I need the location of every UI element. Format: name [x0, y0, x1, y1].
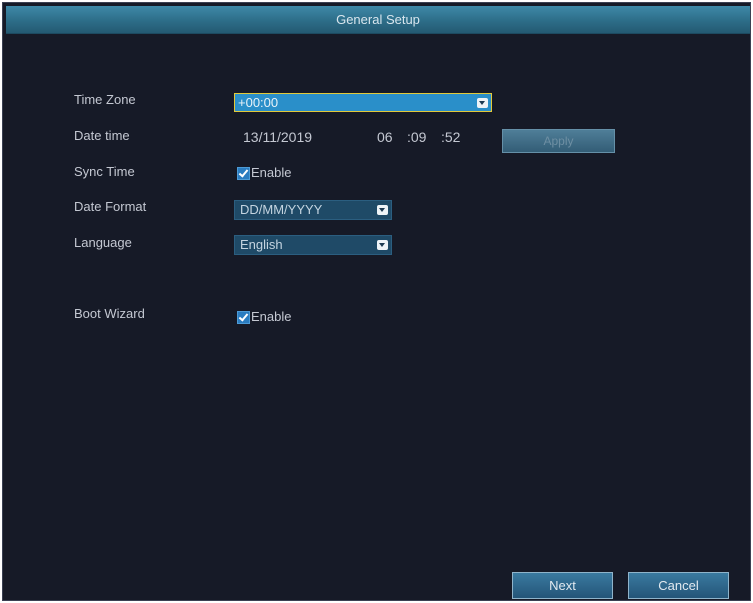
- checkmark-icon: [238, 311, 249, 322]
- sync-time-checkbox[interactable]: [237, 167, 250, 180]
- time-zone-label: Time Zone: [74, 92, 136, 107]
- checkmark-icon: [238, 167, 249, 178]
- second-field[interactable]: :52: [441, 129, 460, 145]
- time-zone-dropdown[interactable]: +00:00: [234, 93, 492, 112]
- boot-wizard-enable-label: Enable: [251, 309, 292, 324]
- date-time-label: Date time: [74, 128, 130, 143]
- chevron-down-icon: [377, 205, 388, 215]
- language-label: Language: [74, 235, 132, 250]
- date-format-value: DD/MM/YYYY: [240, 202, 323, 217]
- hour-field[interactable]: 06: [377, 129, 393, 145]
- cancel-button[interactable]: Cancel: [628, 572, 729, 599]
- chevron-down-icon: [377, 240, 388, 250]
- sync-time-enable-label: Enable: [251, 165, 292, 180]
- chevron-down-icon: [477, 97, 488, 108]
- next-button[interactable]: Next: [512, 572, 613, 599]
- time-zone-value: +00:00: [238, 95, 279, 110]
- boot-wizard-checkbox[interactable]: [237, 311, 250, 324]
- language-value: English: [240, 237, 283, 252]
- date-format-dropdown[interactable]: DD/MM/YYYY: [234, 200, 392, 220]
- date-format-label: Date Format: [74, 199, 147, 214]
- sync-time-label: Sync Time: [74, 164, 135, 179]
- apply-button[interactable]: Apply: [502, 129, 615, 153]
- window-title: General Setup: [6, 6, 750, 34]
- boot-wizard-label: Boot Wizard: [74, 306, 145, 321]
- minute-field[interactable]: :09: [407, 129, 426, 145]
- date-field[interactable]: 13/11/2019: [243, 129, 312, 145]
- language-dropdown[interactable]: English: [234, 235, 392, 255]
